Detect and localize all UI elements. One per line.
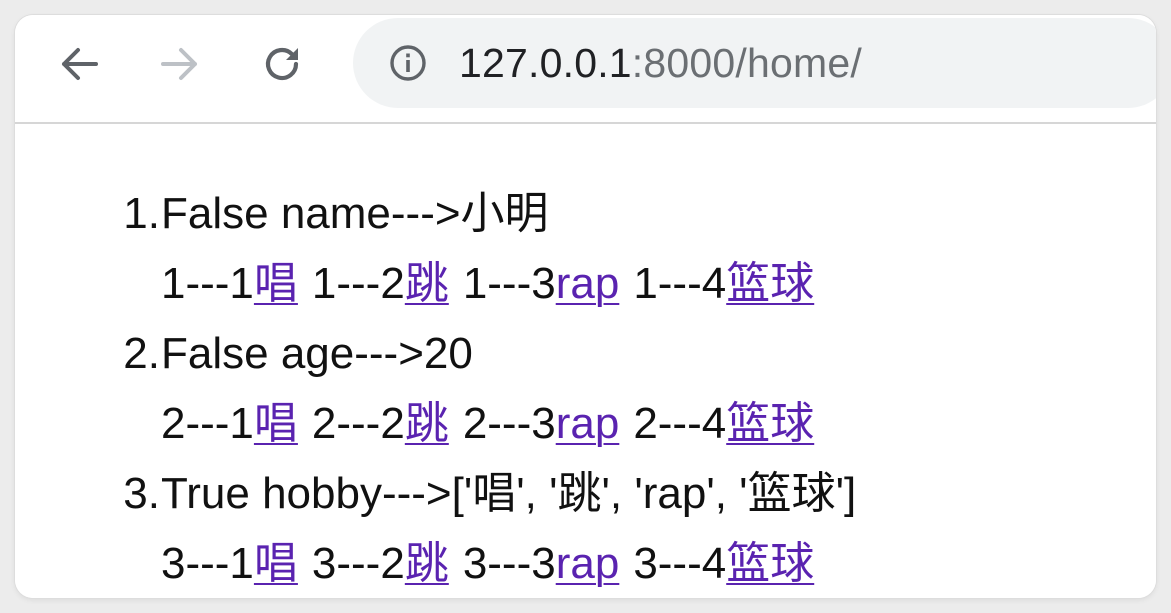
item-header: False name--->小明 <box>161 189 549 238</box>
arrow-right-icon <box>161 48 197 80</box>
hobby-link[interactable]: 唱 <box>254 539 298 588</box>
entry-prefix: 1---4 <box>633 259 727 308</box>
hobby-link[interactable]: 篮球 <box>726 399 814 448</box>
item-entries: 1---1唱 1---2跳 1---3rap 1---4篮球 <box>161 249 814 319</box>
entry: 3---1唱 <box>161 539 298 588</box>
item-entries: 3---1唱 3---2跳 3---3rap 3---4篮球 <box>161 529 814 598</box>
entry-prefix: 2---2 <box>311 399 405 448</box>
browser-toolbar: 127.0.0.1:8000/home/ <box>15 15 1156 124</box>
entry: 2---1唱 <box>161 399 298 448</box>
page-content: 1. False name--->小明 1---1唱 1---2跳 1---3rap… <box>15 124 1156 598</box>
entry: 3---2跳 <box>312 539 449 588</box>
entry-prefix: 3---3 <box>462 539 556 588</box>
list-marker: 3. <box>123 469 160 518</box>
entry: 1---3rap <box>463 259 620 308</box>
entry-prefix: 2---3 <box>462 399 556 448</box>
arrow-left-icon <box>62 48 98 80</box>
url-path: :8000/home/ <box>631 40 862 86</box>
hobby-link[interactable]: 跳 <box>405 259 449 308</box>
entry: 2---2跳 <box>312 399 449 448</box>
hobby-link[interactable]: 唱 <box>254 259 298 308</box>
hobby-link[interactable]: 跳 <box>405 399 449 448</box>
reload-button[interactable] <box>251 33 313 95</box>
entry: 3---3rap <box>463 539 620 588</box>
item-header: True hobby--->['唱', '跳', 'rap', '篮球'] <box>161 469 857 518</box>
hobby-link[interactable]: 篮球 <box>726 259 814 308</box>
hobby-link[interactable]: 跳 <box>405 539 449 588</box>
entry-prefix: 1---1 <box>161 259 254 308</box>
item-header: False age--->20 <box>161 329 473 378</box>
hobby-link[interactable]: 唱 <box>254 399 298 448</box>
list-marker: 2. <box>123 329 160 378</box>
info-circle-icon[interactable] <box>386 41 430 85</box>
entry: 1---4篮球 <box>633 259 814 308</box>
back-button[interactable] <box>48 33 110 95</box>
entry-prefix: 1---2 <box>311 259 405 308</box>
reload-icon <box>265 47 299 81</box>
hobby-link[interactable]: 篮球 <box>726 539 814 588</box>
entry-prefix: 1---3 <box>462 259 556 308</box>
hobby-link[interactable]: rap <box>556 259 620 308</box>
url-text: 127.0.0.1:8000/home/ <box>459 36 862 90</box>
entry: 3---4篮球 <box>633 539 814 588</box>
address-bar[interactable]: 127.0.0.1:8000/home/ <box>353 18 1156 108</box>
entry: 1---1唱 <box>161 259 298 308</box>
entry-prefix: 2---1 <box>161 399 254 448</box>
url-host: 127.0.0.1 <box>459 40 632 86</box>
hobby-link[interactable]: rap <box>556 399 620 448</box>
entry-prefix: 3---2 <box>311 539 405 588</box>
entry: 2---4篮球 <box>633 399 814 448</box>
entry-prefix: 3---4 <box>633 539 727 588</box>
item-entries: 2---1唱 2---2跳 2---3rap 2---4篮球 <box>161 389 814 459</box>
entry-prefix: 2---4 <box>633 399 727 448</box>
entry: 2---3rap <box>463 399 620 448</box>
entry: 1---2跳 <box>312 259 449 308</box>
hobby-link[interactable]: rap <box>556 539 620 588</box>
entry-prefix: 3---1 <box>161 539 254 588</box>
browser-window: 127.0.0.1:8000/home/ 1. False name--->小明… <box>15 15 1156 598</box>
forward-button[interactable] <box>149 33 211 95</box>
list-marker: 1. <box>123 189 160 238</box>
